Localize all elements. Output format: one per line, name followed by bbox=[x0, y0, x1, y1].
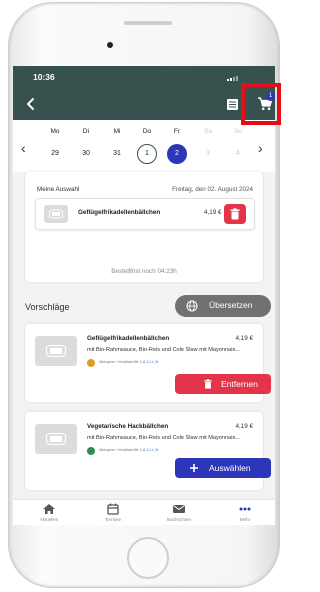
day-thursday[interactable]: Do 1 bbox=[135, 128, 159, 164]
allergen-icon bbox=[87, 359, 95, 367]
day-name: So bbox=[234, 128, 242, 135]
day-tuesday[interactable]: Di 30 bbox=[74, 128, 98, 164]
suggestions-heading: Vorschläge bbox=[25, 302, 70, 312]
home-icon bbox=[43, 504, 55, 514]
mail-icon bbox=[173, 505, 185, 513]
app-screen: 10:36 1 ‹ Mo 29 Di 30 Mi 31 Do 1 Fr 2 Sa… bbox=[13, 66, 275, 525]
globe-icon bbox=[186, 300, 198, 312]
my-selection-card: Meine Auswahl Freitag, den 02. August 20… bbox=[25, 172, 263, 282]
prev-week-icon[interactable]: ‹ bbox=[21, 140, 26, 156]
day-number: 1 bbox=[137, 144, 157, 164]
day-number: 29 bbox=[51, 150, 59, 157]
day-number: 3 bbox=[206, 150, 210, 157]
allergen-codes[interactable]: 1,A,C,I,L,N bbox=[140, 360, 159, 364]
date-strip: ‹ Mo 29 Di 30 Mi 31 Do 1 Fr 2 Sa 3 So 4 … bbox=[13, 120, 275, 172]
meal-placeholder-icon bbox=[44, 205, 68, 223]
trash-icon bbox=[230, 208, 240, 220]
nav-item-mehr[interactable]: Mehr bbox=[219, 503, 271, 522]
bottom-navigation: Aktuelles Termine Nachrichten Mehr bbox=[13, 499, 275, 525]
plus-icon bbox=[190, 464, 198, 472]
day-name: Do bbox=[142, 128, 152, 135]
leaf-icon bbox=[87, 447, 95, 455]
day-number: 4 bbox=[236, 150, 240, 157]
nav-item-nachrichten[interactable]: Nachrichten bbox=[153, 503, 205, 522]
translate-label: Übersetzen bbox=[209, 300, 253, 310]
list-icon[interactable] bbox=[226, 98, 239, 111]
phone-home-button[interactable] bbox=[127, 537, 169, 579]
more-icon bbox=[239, 507, 251, 511]
day-name: Mo bbox=[50, 128, 60, 135]
day-wednesday[interactable]: Mi 31 bbox=[105, 128, 129, 164]
my-selection-title: Meine Auswahl bbox=[37, 186, 80, 193]
meal-placeholder-icon bbox=[35, 336, 77, 366]
meal-card[interactable]: Vegetarische Hackbällchen 4,19 € mit Bio… bbox=[25, 412, 271, 490]
day-name: Di bbox=[82, 128, 90, 135]
trash-icon bbox=[204, 379, 212, 389]
meal-name: Geflügelfrikadellenbällchen bbox=[87, 335, 170, 342]
meal-name: Vegetarische Hackbällchen bbox=[87, 423, 169, 430]
day-name: Sa bbox=[204, 128, 212, 135]
allergen-label: Allergene / Inhaltsstoffe bbox=[99, 448, 139, 452]
remove-selected-button[interactable] bbox=[224, 204, 246, 224]
selected-meal-row: Geflügelfrikadellenbällchen 4,19 € bbox=[35, 198, 255, 230]
remove-label: Entfernen bbox=[221, 379, 258, 389]
day-monday[interactable]: Mo 29 bbox=[43, 128, 67, 164]
day-number: 2 bbox=[167, 144, 187, 164]
day-name: Fr bbox=[173, 128, 181, 135]
selected-meal-price: 4,19 € bbox=[204, 209, 222, 216]
meal-placeholder-icon bbox=[35, 424, 77, 454]
allergen-label: Allergene / Inhaltsstoffe bbox=[99, 360, 139, 364]
nav-item-aktuelles[interactable]: Aktuelles bbox=[23, 503, 75, 522]
nav-label: Nachrichten bbox=[166, 517, 191, 522]
meal-description: mit Bio-Rahmsauce, Bio-Reis und Cole Sla… bbox=[87, 347, 240, 353]
my-selection-date: Freitag, den 02. August 2024 bbox=[172, 186, 253, 193]
app-header: 10:36 1 bbox=[13, 66, 275, 120]
meal-price: 4,19 € bbox=[235, 423, 253, 430]
day-number: 30 bbox=[82, 150, 90, 157]
nav-label: Mehr bbox=[239, 517, 251, 522]
nav-label: Aktuelles bbox=[39, 517, 59, 522]
next-week-icon[interactable]: › bbox=[258, 140, 263, 156]
day-sunday: So 4 bbox=[226, 128, 250, 164]
day-number: 31 bbox=[113, 150, 121, 157]
day-name: Mi bbox=[113, 128, 121, 135]
phone-speaker bbox=[124, 21, 172, 25]
calendar-icon bbox=[107, 503, 119, 515]
meal-card[interactable]: Geflügelfrikadellenbällchen 4,19 € mit B… bbox=[25, 324, 271, 402]
day-saturday: Sa 3 bbox=[196, 128, 220, 164]
status-time: 10:36 bbox=[33, 72, 55, 82]
meal-price: 4,19 € bbox=[235, 335, 253, 342]
nav-label: Termine bbox=[104, 517, 121, 522]
day-friday[interactable]: Fr 2 bbox=[165, 128, 189, 164]
highlight-box bbox=[241, 83, 281, 125]
meal-description: mit Bio-Rahmsauce, Bio-Reis und Cole Sla… bbox=[87, 435, 240, 441]
phone-camera bbox=[107, 42, 113, 48]
translate-button[interactable]: Übersetzen bbox=[175, 295, 271, 317]
allergen-codes[interactable]: 1,A,C,I,L,N bbox=[140, 448, 159, 452]
nav-item-termine[interactable]: Termine bbox=[87, 503, 139, 522]
remove-button[interactable]: Entfernen bbox=[175, 374, 271, 394]
order-deadline: Bestellfrist noch 04:23h bbox=[111, 268, 177, 275]
signal-icon bbox=[227, 75, 257, 81]
select-label: Auswählen bbox=[209, 463, 251, 473]
selected-meal-name: Geflügelfrikadellenbällchen bbox=[78, 209, 161, 216]
select-button[interactable]: Auswählen bbox=[175, 458, 271, 478]
back-chevron-icon[interactable] bbox=[23, 96, 39, 112]
